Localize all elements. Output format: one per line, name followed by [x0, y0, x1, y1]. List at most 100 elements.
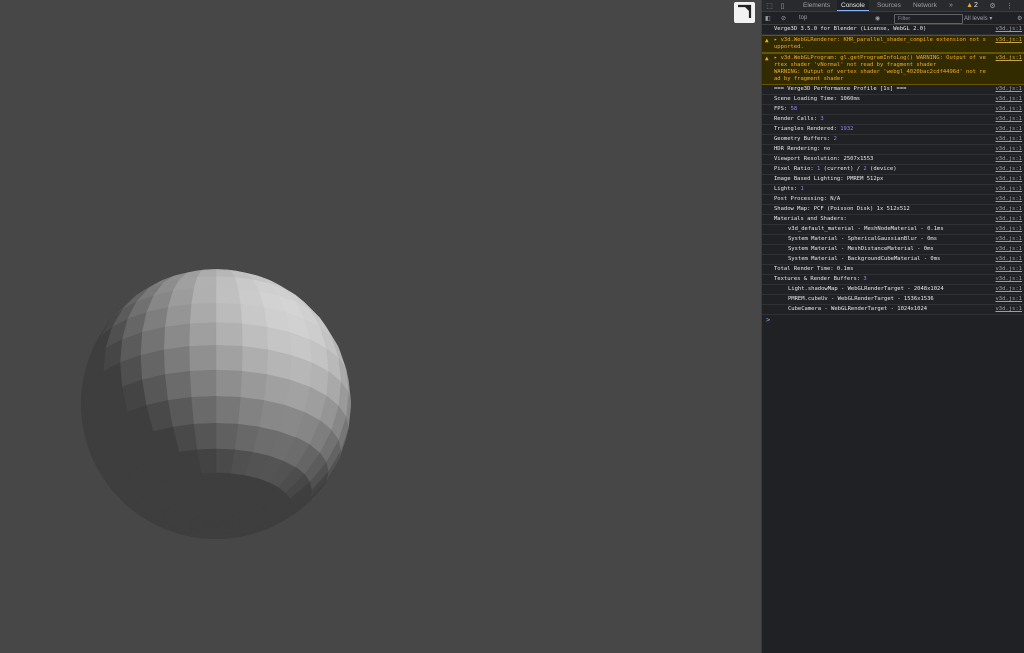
console-message: PMREM.cubeUv - WebGLRenderTarget - 1536x… — [788, 296, 934, 302]
warning-icon: ▲ — [966, 2, 974, 9]
sphere-facet — [215, 302, 243, 325]
devtools-panel: ⬚ ▯ Elements Console Sources Network » ▲… — [761, 0, 1024, 653]
source-link[interactable]: v3d.js:1 — [996, 156, 1023, 163]
console-message: Lights: 1 — [774, 186, 804, 192]
console-text: Pixel Ratio: — [774, 166, 818, 172]
source-link[interactable]: v3d.js:1 — [996, 116, 1023, 123]
source-link[interactable]: v3d.js:1 — [996, 276, 1023, 283]
console-log-row: CubeCamera - WebGLRenderTarget - 1024x10… — [762, 305, 1024, 315]
filter-input[interactable]: Filter — [894, 14, 963, 24]
console-text: FPS: — [774, 106, 791, 112]
more-tabs-icon[interactable]: » — [947, 0, 955, 11]
sphere-facet — [241, 346, 269, 375]
source-link[interactable]: v3d.js:1 — [996, 55, 1023, 62]
sphere-facet — [215, 369, 243, 398]
console-log-row: Shadow Map: PCF (Poisson Disk) 1x 512x51… — [762, 205, 1024, 215]
sidebar-toggle-icon[interactable]: ◧ — [765, 12, 771, 24]
console-log-row: System Material - BackgroundCubeMaterial… — [762, 255, 1024, 265]
source-link[interactable]: v3d.js:1 — [996, 286, 1023, 293]
source-link[interactable]: v3d.js:1 — [996, 236, 1023, 243]
fullscreen-icon — [738, 4, 752, 18]
sphere-facet — [215, 395, 241, 424]
warning-icon: ▲ — [765, 37, 769, 44]
console-log-row: PMREM.cubeUv - WebGLRenderTarget - 1536x… — [762, 295, 1024, 305]
context-selector[interactable]: top — [799, 12, 807, 24]
console-message: Post Processing: N/A — [774, 196, 841, 202]
source-link[interactable]: v3d.js:1 — [996, 26, 1023, 33]
tab-elements[interactable]: Elements — [799, 0, 834, 11]
fullscreen-button[interactable] — [734, 2, 755, 23]
source-link[interactable]: v3d.js:1 — [996, 226, 1023, 233]
console-log-row: === Verge3D Performance Profile [1s] ===… — [762, 85, 1024, 95]
sphere-facet — [189, 302, 217, 325]
source-link[interactable]: v3d.js:1 — [996, 256, 1023, 263]
console-prompt[interactable]: > — [762, 315, 1024, 325]
3d-viewport[interactable] — [0, 0, 761, 653]
console-log-row: Triangles Rendered: 1932 v3d.js:1 — [762, 125, 1024, 135]
console-message: Shadow Map: PCF (Poisson Disk) 1x 512x51… — [774, 206, 910, 212]
console-log-row: Verge3D 3.5.0 for Blender (License, WebG… — [762, 25, 1024, 35]
tab-sources[interactable]: Sources — [873, 0, 905, 11]
console-text: Geometry Buffers: — [774, 136, 834, 142]
log-levels-dropdown[interactable]: All levels ▾ — [964, 12, 992, 24]
source-link[interactable]: v3d.js:1 — [996, 216, 1023, 223]
source-link[interactable]: v3d.js:1 — [996, 266, 1023, 273]
source-link[interactable]: v3d.js:1 — [996, 146, 1023, 153]
devtools-tab-bar: ⬚ ▯ Elements Console Sources Network » ▲… — [762, 0, 1024, 12]
source-link[interactable]: v3d.js:1 — [996, 296, 1023, 303]
console-log-row: HDR Rendering: no v3d.js:1 — [762, 145, 1024, 155]
sphere-facet — [163, 346, 191, 375]
tab-network[interactable]: Network — [909, 0, 941, 11]
sphere-facet — [189, 344, 217, 372]
console-message: === Verge3D Performance Profile [1s] === — [774, 86, 907, 92]
console-message: Render Calls: 3 — [774, 116, 824, 122]
kebab-menu-icon[interactable]: ⋮ — [1005, 0, 1014, 11]
console-number: 2 — [833, 136, 837, 142]
source-link[interactable]: v3d.js:1 — [996, 86, 1023, 93]
source-link[interactable]: v3d.js:1 — [996, 206, 1023, 213]
console-message: Geometry Buffers: 2 — [774, 136, 837, 142]
clear-console-icon[interactable]: ⊘ — [781, 12, 786, 24]
eye-icon[interactable]: ◉ — [875, 12, 880, 24]
source-link[interactable]: v3d.js:1 — [996, 96, 1023, 103]
console-number: 1932 — [840, 126, 854, 132]
source-link[interactable]: v3d.js:1 — [996, 106, 1023, 113]
sphere-facet — [163, 323, 191, 351]
console-message: Textures & Render Buffers: 3 — [774, 276, 867, 282]
console-number: 1 — [800, 186, 804, 192]
source-link[interactable]: v3d.js:1 — [996, 126, 1023, 133]
sphere-facet — [263, 374, 290, 406]
source-link[interactable]: v3d.js:1 — [996, 186, 1023, 193]
console-message: Total Render Time: 0.1ms — [774, 266, 854, 272]
tab-console[interactable]: Console — [837, 0, 869, 11]
sphere-facet — [167, 396, 195, 427]
console-log-row: Pixel Ratio: 1 (current) / 2 (device) v3d… — [762, 165, 1024, 175]
console-message: ▸ v3d.WebGLProgram: gl.getProgramInfoLog… — [774, 55, 986, 82]
source-link[interactable]: v3d.js:1 — [996, 166, 1023, 173]
sphere-facet — [164, 303, 193, 328]
console-text: Render Calls: — [774, 116, 821, 122]
source-link[interactable]: v3d.js:1 — [996, 246, 1023, 253]
console-log-row: FPS: 58 v3d.js:1 — [762, 105, 1024, 115]
source-link[interactable]: v3d.js:1 — [996, 136, 1023, 143]
console-log[interactable]: Verge3D 3.5.0 for Blender (License, WebG… — [762, 25, 1024, 653]
source-link[interactable]: v3d.js:1 — [996, 37, 1023, 44]
console-log-row: Light.shadowMap - WebGLRenderTarget - 20… — [762, 285, 1024, 295]
console-log-row: Image Based Lighting: PMREM 512px v3d.js:… — [762, 175, 1024, 185]
source-link[interactable]: v3d.js:1 — [996, 306, 1023, 313]
source-link[interactable]: v3d.js:1 — [996, 176, 1023, 183]
console-log-row: Render Calls: 3 v3d.js:1 — [762, 115, 1024, 125]
inspect-icon[interactable]: ⬚ — [765, 0, 774, 11]
console-message: CubeCamera - WebGLRenderTarget - 1024x10… — [788, 306, 928, 312]
console-message: System Material - BackgroundCubeMaterial… — [788, 256, 941, 262]
console-message: HDR Rendering: no — [774, 146, 831, 152]
sphere-facet — [191, 287, 217, 305]
device-toolbar-icon[interactable]: ▯ — [778, 0, 787, 11]
source-link[interactable]: v3d.js:1 — [996, 196, 1023, 203]
console-settings-icon[interactable]: ⚙ — [1017, 12, 1022, 24]
console-message: Viewport Resolution: 2507x1553 — [774, 156, 874, 162]
warning-counter[interactable]: ▲ 2 — [964, 0, 980, 11]
console-text: (current) / — [820, 166, 864, 172]
sphere-facet — [239, 370, 268, 401]
settings-icon[interactable]: ⚙ — [988, 0, 997, 11]
